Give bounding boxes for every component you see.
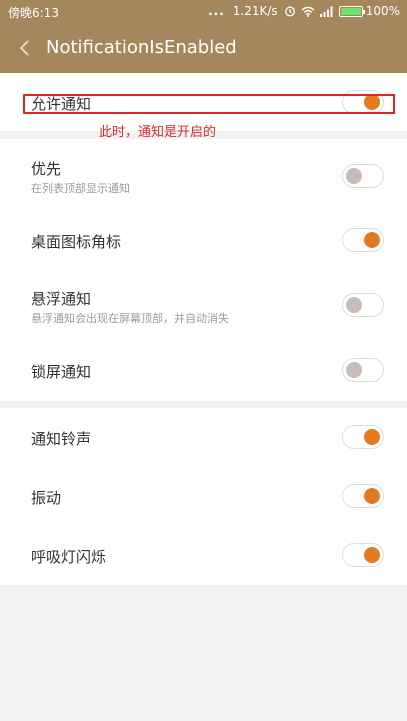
setting-row-floating[interactable]: 悬浮通知 悬浮通知会出现在屏幕顶部，并自动消失 bbox=[0, 271, 407, 339]
setting-row-badge[interactable]: 桌面图标角标 bbox=[0, 209, 407, 271]
battery-icon bbox=[338, 5, 365, 17]
setting-title: 振动 bbox=[31, 489, 62, 507]
floating-toggle[interactable] bbox=[342, 293, 384, 317]
highlight-box bbox=[23, 94, 395, 114]
annotation-text: 此时，通知是开启的 bbox=[99, 125, 217, 140]
setting-row-led[interactable]: 呼吸灯闪烁 bbox=[0, 526, 407, 585]
toggle-knob bbox=[364, 488, 380, 504]
setting-title: 呼吸灯闪烁 bbox=[31, 548, 107, 566]
badge-toggle[interactable] bbox=[342, 228, 384, 252]
priority-toggle[interactable] bbox=[342, 164, 384, 188]
section-display: 优先 在列表顶部显示通知 桌面图标角标 悬浮通知 悬浮通知会出现在屏幕顶部，并自… bbox=[0, 139, 407, 401]
setting-title: 锁屏通知 bbox=[31, 363, 92, 381]
setting-title: 通知铃声 bbox=[31, 430, 92, 448]
status-time: 傍晚6:13 bbox=[8, 6, 59, 20]
setting-title: 桌面图标角标 bbox=[31, 233, 122, 251]
battery-tip bbox=[362, 9, 365, 14]
status-bar: 傍晚6:13 ... 1.21K/s 100% bbox=[0, 0, 407, 24]
toggle-knob bbox=[346, 297, 362, 313]
alarm-clock-icon bbox=[284, 5, 296, 17]
toggle-knob bbox=[364, 232, 380, 248]
toggle-knob bbox=[346, 168, 362, 184]
setting-row-lockscreen[interactable]: 锁屏通知 bbox=[0, 339, 407, 401]
setting-subtitle: 悬浮通知会出现在屏幕顶部，并自动消失 bbox=[31, 312, 229, 325]
status-dots: ... bbox=[208, 4, 225, 18]
setting-row-vibrate[interactable]: 振动 bbox=[0, 467, 407, 526]
toggle-knob bbox=[364, 547, 380, 563]
page-title: NotificationIsEnabled bbox=[46, 37, 237, 58]
chevron-left-icon bbox=[19, 40, 29, 56]
setting-subtitle: 在列表顶部显示通知 bbox=[31, 182, 130, 195]
ringtone-toggle[interactable] bbox=[342, 425, 384, 449]
vibrate-toggle[interactable] bbox=[342, 484, 384, 508]
setting-title: 悬浮通知 bbox=[31, 290, 92, 308]
wifi-icon bbox=[301, 6, 315, 17]
led-toggle[interactable] bbox=[342, 543, 384, 567]
back-button[interactable] bbox=[14, 36, 34, 60]
setting-title: 优先 bbox=[31, 160, 62, 178]
toggle-knob bbox=[364, 429, 380, 445]
setting-row-ringtone[interactable]: 通知铃声 bbox=[0, 408, 407, 467]
lockscreen-toggle[interactable] bbox=[342, 358, 384, 382]
signal-icon bbox=[319, 6, 334, 17]
network-speed: 1.21K/s bbox=[232, 4, 278, 18]
section-alerts: 通知铃声 振动 呼吸灯闪烁 bbox=[0, 408, 407, 585]
toggle-knob bbox=[346, 362, 362, 378]
status-right: ... 1.21K/s 100% bbox=[208, 4, 400, 18]
setting-row-priority[interactable]: 优先 在列表顶部显示通知 bbox=[0, 139, 407, 209]
battery-fill bbox=[340, 7, 361, 15]
battery-percent: 100% bbox=[365, 4, 400, 18]
empty-area bbox=[0, 585, 407, 721]
app-header: 傍晚6:13 ... 1.21K/s 100% NotificationIsEn… bbox=[0, 0, 407, 73]
